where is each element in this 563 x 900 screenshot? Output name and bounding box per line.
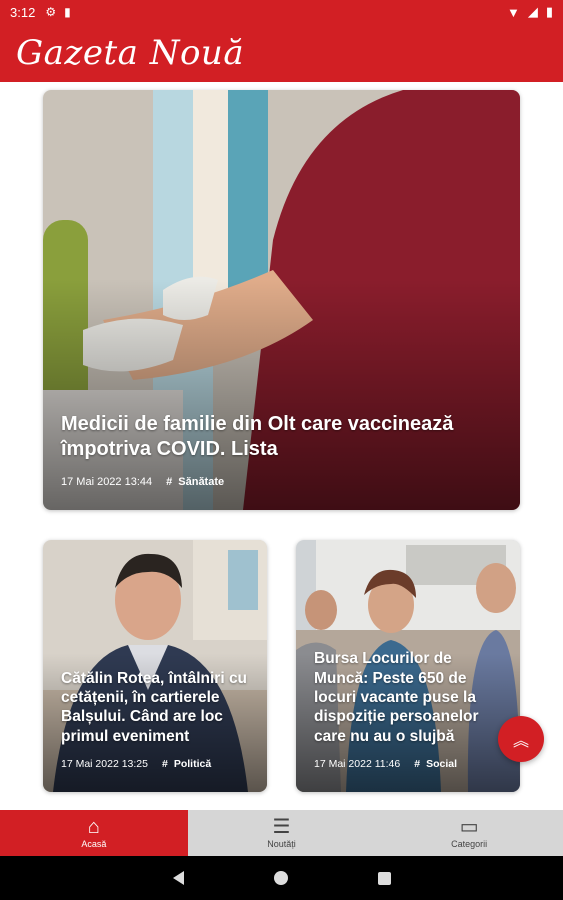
- nav-item-news[interactable]: ☰ Noutăți: [188, 810, 376, 856]
- article-card[interactable]: Cătălin Rotea, întâlniri cu cetățenii, î…: [43, 540, 267, 792]
- double-chevron-up-icon: ︽: [512, 733, 529, 750]
- article-card[interactable]: Bursa Locurilor de Muncă: Peste 650 de l…: [296, 540, 520, 792]
- article-category[interactable]: # Social: [414, 758, 457, 770]
- hash-icon: #: [414, 758, 421, 770]
- system-navigation-bar: [0, 856, 563, 900]
- article-meta: 17 Mai 2022 13:25 # Politică: [61, 758, 211, 770]
- article-category[interactable]: # Politică: [162, 758, 211, 770]
- settings-icon: ⚙: [45, 5, 57, 19]
- wifi-icon: ▼: [506, 4, 520, 20]
- bottom-navigation: ⌂ Acasă ☰ Noutăți ▭ Categorii: [0, 810, 563, 856]
- article-date: 17 Mai 2022 13:25: [61, 758, 148, 770]
- recents-icon[interactable]: [377, 871, 391, 885]
- category-label: Politică: [173, 758, 212, 770]
- hash-icon: #: [161, 758, 168, 770]
- nav-label: Categorii: [451, 839, 488, 849]
- home-icon: ⌂: [87, 816, 100, 838]
- nav-item-categories[interactable]: ▭ Categorii: [375, 810, 563, 856]
- category-label: Sănătate: [178, 476, 225, 488]
- featured-article-card[interactable]: Medicii de familie din Olt care vaccinea…: [43, 90, 520, 510]
- scroll-to-top-button[interactable]: ︽: [498, 716, 544, 762]
- article-date: 17 Mai 2022 13:44: [61, 476, 153, 488]
- image-gradient: [43, 540, 267, 792]
- nav-item-home[interactable]: ⌂ Acasă: [0, 810, 188, 856]
- home-circle-icon[interactable]: [273, 871, 288, 885]
- nav-label: Noutăți: [267, 839, 296, 849]
- sd-card-icon: ▮: [64, 5, 71, 19]
- category-label: Social: [426, 758, 457, 770]
- article-meta: 17 Mai 2022 11:46 # Social: [314, 758, 457, 770]
- hash-icon: #: [166, 476, 173, 488]
- app-bar: Gazeta Nouă: [0, 24, 563, 82]
- nav-label: Acasă: [81, 839, 107, 849]
- article-date: 17 Mai 2022 11:46: [314, 758, 401, 770]
- battery-icon: ▮: [545, 4, 553, 19]
- app-logo[interactable]: Gazeta Nouă: [16, 33, 244, 73]
- status-bar: 3:12 ⚙ ▮ ▼ ◢ ▮: [0, 0, 563, 24]
- article-category[interactable]: # Sănătate: [166, 476, 224, 488]
- list-icon: ☰: [272, 816, 291, 838]
- article-feed[interactable]: Medicii de familie din Olt care vaccinea…: [0, 82, 563, 810]
- article-meta: 17 Mai 2022 13:44 # Sănătate: [61, 476, 224, 488]
- signal-icon: ◢: [527, 4, 538, 19]
- back-icon[interactable]: [172, 871, 184, 885]
- folder-icon: ▭: [459, 816, 479, 838]
- status-time: 3:12: [10, 4, 36, 20]
- article-title[interactable]: Medicii de familie din Olt care vaccinea…: [61, 412, 502, 462]
- article-title[interactable]: Bursa Locurilor de Muncă: Peste 650 de l…: [314, 649, 510, 746]
- article-title[interactable]: Cătălin Rotea, întâlniri cu cetățenii, î…: [61, 669, 257, 747]
